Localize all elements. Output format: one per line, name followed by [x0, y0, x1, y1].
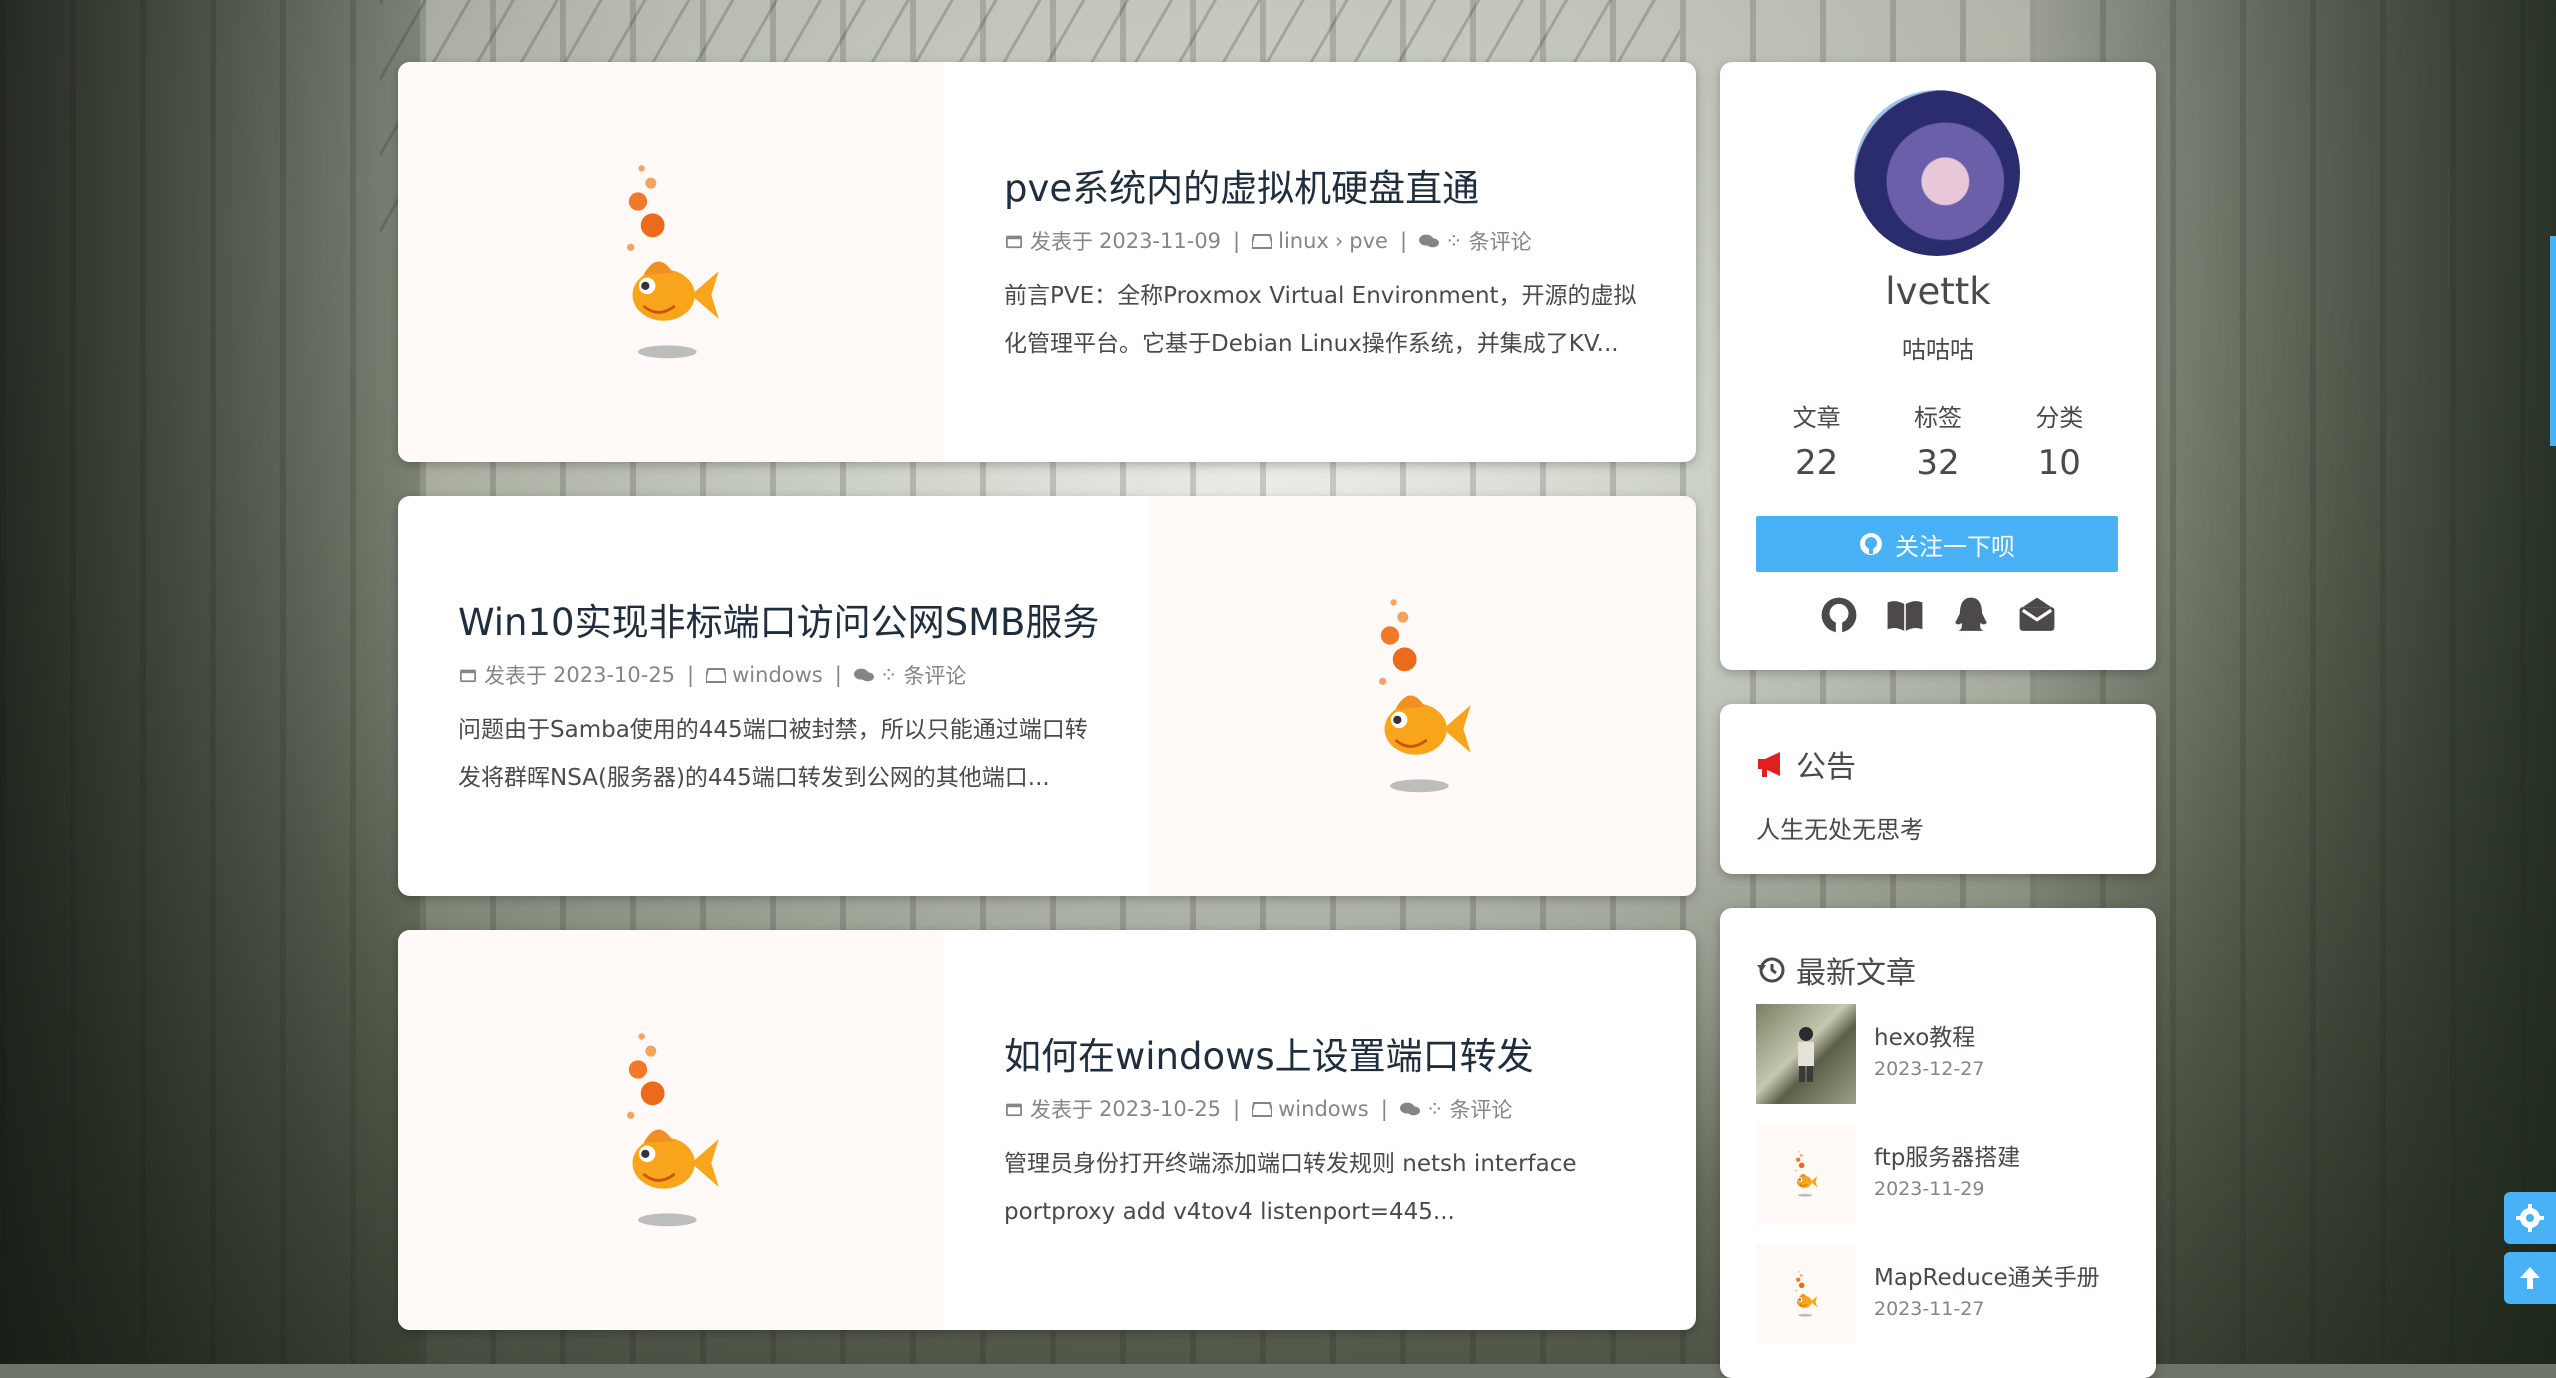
inbox-icon: [1252, 1102, 1273, 1117]
follow-button[interactable]: 关注一下呗: [1756, 516, 2118, 572]
post-date: 2023-10-25: [1099, 1097, 1222, 1121]
recent-post-item[interactable]: MapReduce通关手册 2023-11-27: [1756, 1244, 2126, 1344]
post-date: 2023-10-25: [553, 663, 676, 687]
calendar-icon: [460, 669, 476, 683]
loading-spinner-icon: ⁘: [1425, 1097, 1444, 1121]
inbox-icon: [1252, 234, 1273, 249]
post-title[interactable]: pve系统内的虚拟机硬盘直通: [1004, 158, 1479, 212]
comments-suffix: 条评论: [1468, 230, 1532, 254]
post-title[interactable]: 如何在windows上设置端口转发: [1004, 1026, 1534, 1080]
author-motto: 咕咕咕: [1902, 336, 1974, 364]
post-excerpt: 管理员身份打开终端添加端口转发规则 netsh interface portpr…: [1004, 1151, 1577, 1225]
recent-post-thumbnail[interactable]: [1756, 1244, 1856, 1344]
loading-spinner-icon: ⁘: [879, 663, 898, 687]
announcement-title: 公告: [1796, 750, 1856, 785]
post-category[interactable]: windows: [1278, 1097, 1369, 1121]
post-excerpt: 前言PVE：全称Proxmox Virtual Environment，开源的虚…: [1004, 283, 1637, 357]
recent-posts-card: 最新文章 hexo教程 2023-12-27 ftp服务器搭建 2023-11-…: [1720, 908, 2156, 1378]
comments-suffix: 条评论: [903, 664, 967, 688]
post-card[interactable]: pve系统内的虚拟机硬盘直通 发表于 2023-11-09 | linux › …: [398, 62, 1696, 462]
fish-logo-icon: [1793, 1150, 1819, 1198]
inbox-icon: [706, 668, 727, 683]
qq-icon[interactable]: [1952, 596, 1990, 634]
stat-categories[interactable]: 分类 10: [1999, 398, 2119, 483]
post-meta: 发表于 2023-10-25 | windows | ⁘ 条评论: [458, 660, 966, 690]
date-prefix: 发表于: [1030, 1098, 1093, 1122]
recent-post-date: 2023-11-27: [1874, 1298, 1985, 1320]
stat-tags[interactable]: 标签 32: [1878, 398, 1998, 483]
github-icon: [1860, 533, 1882, 555]
post-category[interactable]: windows: [732, 663, 823, 687]
gear-icon: [2516, 1204, 2544, 1232]
recent-post-date: 2023-12-27: [1874, 1058, 1985, 1080]
settings-button[interactable]: [2504, 1192, 2556, 1244]
stat-value: 32: [1916, 443, 1960, 483]
fish-logo-icon: [1793, 1270, 1819, 1318]
mail-icon[interactable]: [2018, 596, 2056, 634]
calendar-icon: [1006, 1103, 1022, 1117]
comments-icon: [1419, 234, 1440, 248]
book-icon[interactable]: [1886, 596, 1924, 634]
recent-post-item[interactable]: hexo教程 2023-12-27: [1756, 1004, 2126, 1104]
calendar-icon: [1006, 235, 1022, 249]
stat-value: 10: [2037, 443, 2081, 483]
right-edge-accent: [2550, 236, 2556, 446]
author-name: lvettk: [1885, 270, 1991, 313]
announcement-text: 人生无处无思考: [1756, 816, 1924, 844]
post-thumbnail[interactable]: [398, 930, 944, 1330]
author-card: lvettk 咕咕咕 文章 22 标签 32 分类 10 关注一下呗: [1720, 62, 2156, 670]
post-date: 2023-11-09: [1099, 229, 1222, 253]
post-card[interactable]: 如何在windows上设置端口转发 发表于 2023-10-25 | windo…: [398, 930, 1696, 1330]
comments-icon: [1399, 1102, 1420, 1116]
post-meta: 发表于 2023-10-25 | windows | ⁘ 条评论: [1004, 1094, 1512, 1124]
recent-posts-header: 最新文章: [1756, 948, 1916, 992]
fish-logo-icon: [1368, 591, 1478, 801]
site-stats: 文章 22 标签 32 分类 10: [1756, 398, 2120, 483]
person-photo-icon: [1798, 1027, 1814, 1082]
stat-label: 分类: [2035, 404, 2084, 432]
recent-post-title[interactable]: ftp服务器搭建: [1874, 1138, 2020, 1172]
history-icon: [1757, 957, 1785, 983]
recent-post-item[interactable]: ftp服务器搭建 2023-11-29: [1756, 1124, 2126, 1224]
post-category[interactable]: linux: [1278, 229, 1329, 253]
stat-articles[interactable]: 文章 22: [1757, 398, 1877, 483]
comments-icon: [853, 668, 874, 682]
recent-post-thumbnail[interactable]: [1756, 1004, 1856, 1104]
stat-value: 22: [1795, 443, 1839, 483]
post-card[interactable]: Win10实现非标端口访问公网SMB服务 发表于 2023-10-25 | wi…: [398, 496, 1696, 896]
follow-label: 关注一下呗: [1895, 532, 2015, 561]
chevron-right-icon: ›: [1334, 229, 1344, 253]
bullhorn-icon: [1758, 752, 1780, 777]
stat-label: 文章: [1792, 404, 1841, 432]
post-meta: 发表于 2023-11-09 | linux › pve | ⁘ 条评论: [1004, 226, 1532, 256]
post-thumbnail[interactable]: [398, 62, 944, 462]
recent-post-thumbnail[interactable]: [1756, 1124, 1856, 1224]
date-prefix: 发表于: [484, 664, 547, 688]
fish-logo-icon: [616, 1025, 726, 1235]
back-to-top-button[interactable]: [2504, 1252, 2556, 1304]
stat-label: 标签: [1913, 404, 1962, 432]
comments-suffix: 条评论: [1449, 1098, 1513, 1122]
recent-post-title[interactable]: hexo教程: [1874, 1018, 1975, 1052]
fish-logo-icon: [616, 157, 726, 367]
recent-post-title[interactable]: MapReduce通关手册: [1874, 1258, 2100, 1292]
github-icon[interactable]: [1820, 596, 1858, 634]
post-thumbnail[interactable]: [1150, 496, 1696, 896]
loading-spinner-icon: ⁘: [1445, 229, 1463, 253]
post-title[interactable]: Win10实现非标端口访问公网SMB服务: [458, 592, 1099, 646]
post-excerpt: 问题由于Samba使用的445端口被封禁，所以只能通过端口转发将群晖NSA(服务…: [458, 717, 1088, 791]
recent-posts-title: 最新文章: [1796, 956, 1916, 991]
avatar[interactable]: [1854, 90, 2020, 256]
announcement-header: 公告: [1756, 742, 1856, 786]
arrow-up-icon: [2520, 1267, 2540, 1289]
announcement-card: 公告 人生无处无思考: [1720, 704, 2156, 874]
social-links: [1720, 596, 2156, 634]
recent-post-date: 2023-11-29: [1874, 1178, 1985, 1200]
post-subcategory[interactable]: pve: [1349, 229, 1388, 253]
date-prefix: 发表于: [1030, 230, 1093, 254]
